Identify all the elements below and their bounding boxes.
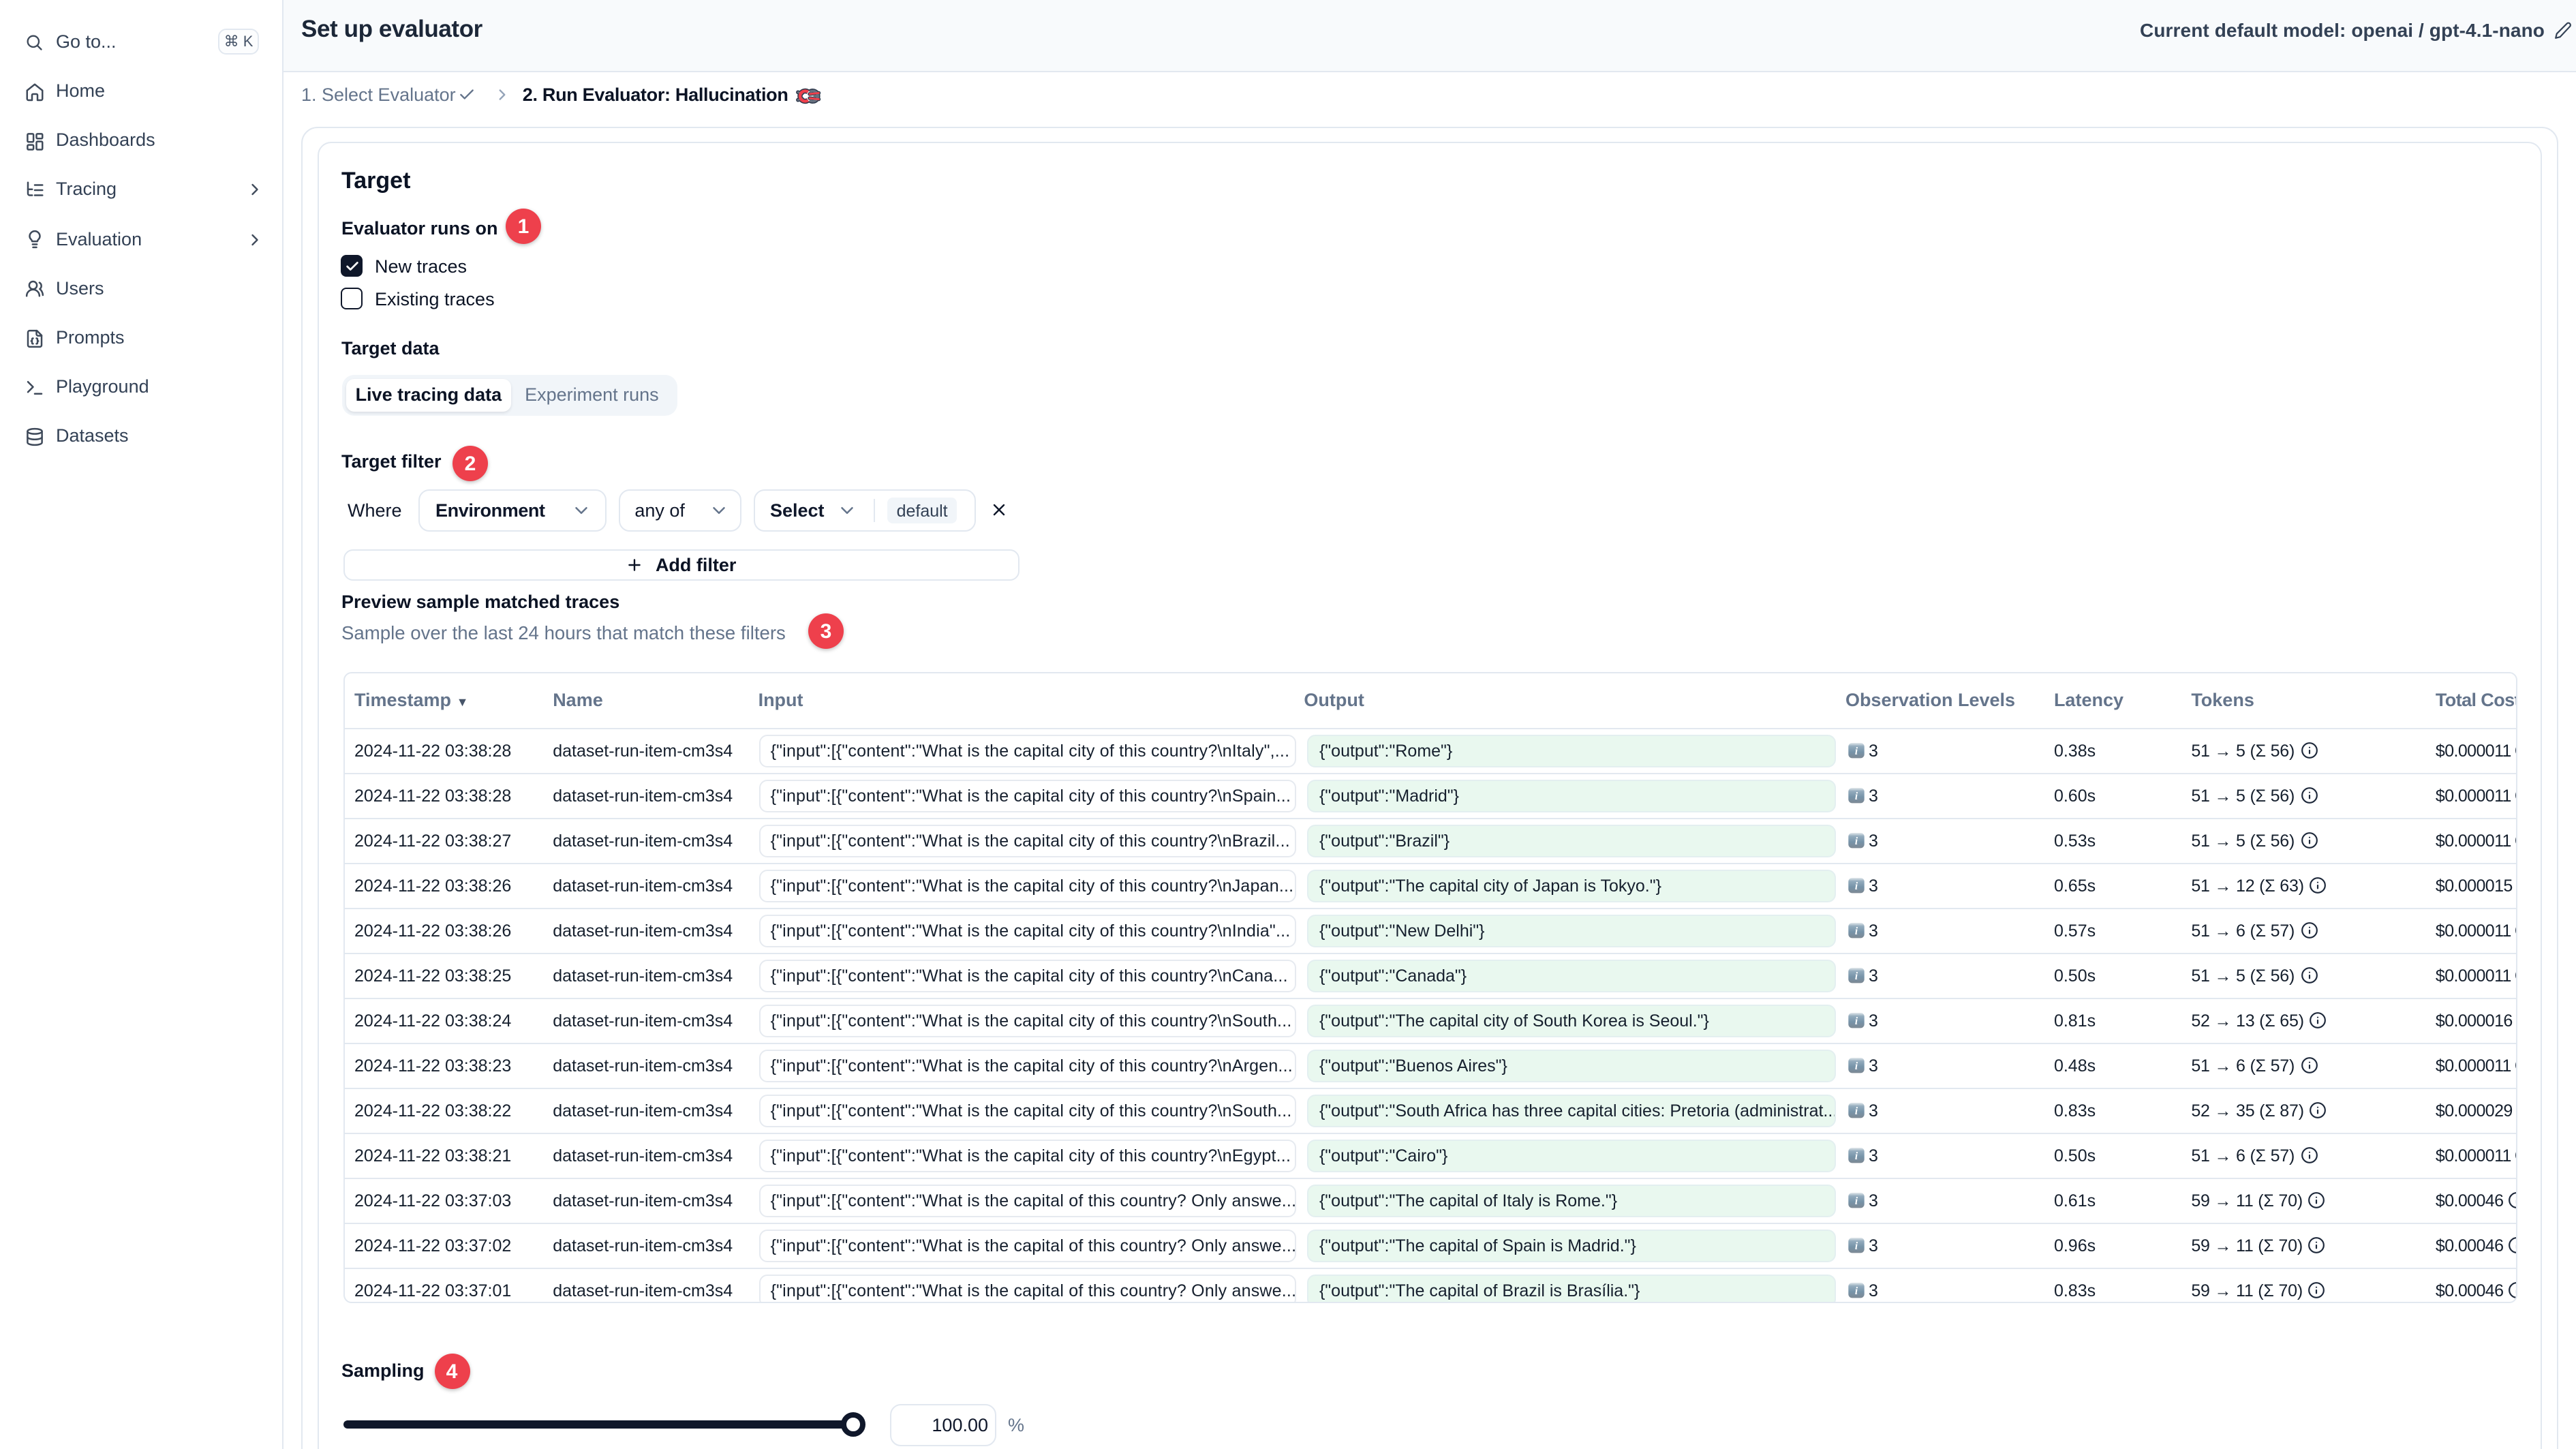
svg-text:i: i <box>1855 926 1858 938</box>
svg-text:i: i <box>1855 971 1858 983</box>
svg-text:i: i <box>1855 1196 1858 1208</box>
svg-text:i: i <box>1855 1016 1858 1028</box>
svg-text:i: i <box>1855 1106 1858 1118</box>
svg-text:i: i <box>1855 836 1858 848</box>
svg-text:i: i <box>1855 1286 1858 1298</box>
svg-text:i: i <box>1855 1241 1858 1253</box>
svg-text:i: i <box>1855 1151 1858 1163</box>
svg-text:i: i <box>1855 881 1858 893</box>
svg-text:i: i <box>1855 746 1858 758</box>
svg-text:i: i <box>1855 791 1858 803</box>
svg-text:i: i <box>1855 1061 1858 1073</box>
